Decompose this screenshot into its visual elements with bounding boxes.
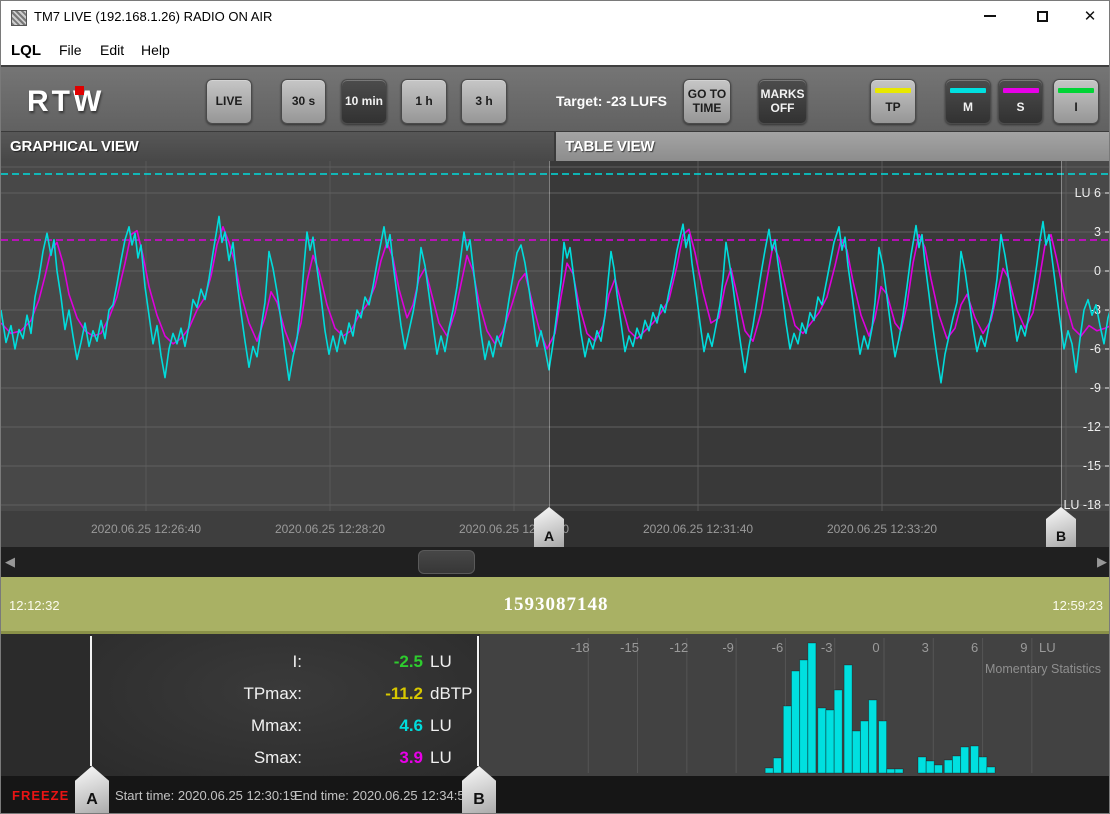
range-30s-button[interactable]: 30 s: [281, 79, 326, 124]
menu-edit[interactable]: Edit: [96, 40, 128, 60]
svg-text:9: 9: [1020, 640, 1027, 655]
app-icon: [11, 10, 27, 26]
rtw-logo-red-square: [75, 86, 84, 95]
svg-text:2020.06.25 12:26:40: 2020.06.25 12:26:40: [91, 522, 201, 536]
svg-text:6: 6: [971, 640, 978, 655]
stat-unit: dBTP: [430, 684, 473, 704]
tp-color-bar: [875, 88, 911, 93]
svg-text:-6: -6: [772, 640, 784, 655]
marks-off-button[interactable]: MARKS OFF: [758, 79, 807, 124]
rtw-logo: RTW: [27, 85, 137, 117]
marker-start-time: Start time: 2020.06.25 12:30:19: [115, 788, 297, 803]
live-button[interactable]: LIVE: [206, 79, 252, 124]
svg-text:-9: -9: [722, 640, 734, 655]
stat-row-integrated: I: -2.5 LU: [92, 652, 478, 676]
svg-text:-12: -12: [669, 640, 688, 655]
session-end-time: 12:59:23: [1052, 598, 1103, 613]
timeline-scrollbar[interactable]: ◀ ▶: [1, 547, 1110, 577]
stat-label: Mmax:: [92, 716, 302, 736]
svg-text:2020.06.25 12:33:20: 2020.06.25 12:33:20: [827, 522, 937, 536]
range-3h-button[interactable]: 3 h: [461, 79, 507, 124]
freeze-indicator: FREEZE: [12, 788, 69, 803]
timeline-svg: LU 630-3-6-9-12-15LU -182020.06.25 12:26…: [1, 161, 1110, 547]
marker-b-range-line: [477, 636, 479, 766]
tab-table-view[interactable]: TABLE VIEW: [556, 132, 1110, 161]
svg-text:3: 3: [1094, 225, 1101, 239]
stat-unit: LU: [430, 652, 452, 672]
toolbar: RTW LIVE 30 s 10 min 1 h 3 h Target: -23…: [1, 65, 1110, 132]
go-to-time-button[interactable]: GO TO TIME: [683, 79, 731, 124]
tp-toggle-button[interactable]: TP: [870, 79, 916, 124]
svg-text:2020.06.25 12:28:20: 2020.06.25 12:28:20: [275, 522, 385, 536]
menu-bar: LQL File Edit Help: [1, 34, 1110, 65]
stat-value: 4.6: [308, 716, 423, 736]
shortterm-color-bar: [1003, 88, 1039, 93]
ab-statistics-readout: I: -2.5 LU TPmax: -11.2 dBTP Mmax: 4.6 L…: [92, 634, 478, 776]
session-id: 1593087148: [1, 594, 1110, 616]
stat-label: I:: [92, 652, 302, 672]
svg-text:0: 0: [872, 640, 879, 655]
stat-label: Smax:: [92, 748, 302, 768]
svg-text:-9: -9: [1090, 381, 1101, 395]
integrated-toggle-button[interactable]: I: [1053, 79, 1099, 124]
statistics-panel: -18 -15 -12 -9 -6 -3 0 3 6 9 LU Momentary Statistic…: [1, 634, 1110, 776]
tab-graphical-view[interactable]: GRAPHICAL VIEW: [1, 132, 554, 161]
menu-lql[interactable]: LQL: [7, 40, 45, 61]
menu-file[interactable]: File: [55, 40, 86, 60]
svg-text:LU 6: LU 6: [1075, 186, 1101, 200]
svg-text:LU -18: LU -18: [1063, 498, 1101, 512]
svg-text:Momentary Statistics: Momentary Statistics: [985, 662, 1101, 676]
status-bar: FREEZE A Start time: 2020.06.25 12:30:19…: [1, 776, 1110, 814]
app-window: TM7 LIVE (192.168.1.26) RADIO ON AIR ✕ L…: [0, 0, 1110, 814]
stat-row-tpmax: TPmax: -11.2 dBTP: [92, 684, 478, 708]
range-1h-button[interactable]: 1 h: [401, 79, 447, 124]
scrollbar-thumb[interactable]: [418, 550, 475, 574]
stat-row-mmax: Mmax: 4.6 LU: [92, 716, 478, 740]
scroll-left-arrow-icon[interactable]: ◀: [1, 547, 19, 577]
svg-text:3: 3: [922, 640, 929, 655]
view-tabbar: GRAPHICAL VIEW TABLE VIEW: [1, 132, 1110, 161]
maximize-icon: [1037, 11, 1048, 22]
window-title: TM7 LIVE (192.168.1.26) RADIO ON AIR: [34, 9, 272, 24]
svg-text:0: 0: [1094, 264, 1101, 278]
svg-text:-18: -18: [571, 640, 590, 655]
shortterm-label: S: [1016, 101, 1024, 115]
svg-text:-6: -6: [1090, 342, 1101, 356]
scroll-right-arrow-icon[interactable]: ▶: [1093, 547, 1110, 577]
integrated-color-bar: [1058, 88, 1094, 93]
tp-label: TP: [885, 101, 900, 115]
range-10min-button[interactable]: 10 min: [341, 79, 387, 124]
session-bar: 12:12:32 1593087148 12:59:23: [1, 577, 1110, 634]
stat-value: -2.5: [308, 652, 423, 672]
menu-help[interactable]: Help: [137, 40, 174, 60]
svg-text:LU: LU: [1039, 640, 1056, 655]
minimize-icon: [984, 15, 996, 17]
svg-text:-15: -15: [1083, 459, 1101, 473]
integrated-label: I: [1074, 101, 1077, 115]
minimize-button[interactable]: [973, 1, 1007, 31]
momentary-label: M: [963, 101, 973, 115]
loudness-timeline-chart[interactable]: LU 630-3-6-9-12-15LU -182020.06.25 12:26…: [1, 161, 1110, 547]
marker-a-range-line: [90, 636, 92, 766]
stat-unit: LU: [430, 716, 452, 736]
shortterm-toggle-button[interactable]: S: [998, 79, 1043, 124]
stat-unit: LU: [430, 748, 452, 768]
svg-text:-3: -3: [821, 640, 833, 655]
momentary-color-bar: [950, 88, 986, 93]
stat-label: TPmax:: [92, 684, 302, 704]
target-loudness-label: Target: -23 LUFS: [556, 93, 667, 109]
close-icon: ✕: [1084, 7, 1097, 25]
svg-text:2020.06.25 12:31:40: 2020.06.25 12:31:40: [643, 522, 753, 536]
svg-text:-12: -12: [1083, 420, 1101, 434]
close-button[interactable]: ✕: [1073, 1, 1107, 31]
momentary-toggle-button[interactable]: M: [945, 79, 991, 124]
stat-row-smax: Smax: 3.9 LU: [92, 748, 478, 772]
title-bar: TM7 LIVE (192.168.1.26) RADIO ON AIR ✕: [1, 1, 1110, 34]
stat-value: 3.9: [308, 748, 423, 768]
maximize-button[interactable]: [1025, 1, 1059, 31]
stat-value: -11.2: [308, 684, 423, 704]
marker-end-time: End time: 2020.06.25 12:34:55: [294, 788, 472, 803]
svg-text:-15: -15: [620, 640, 639, 655]
